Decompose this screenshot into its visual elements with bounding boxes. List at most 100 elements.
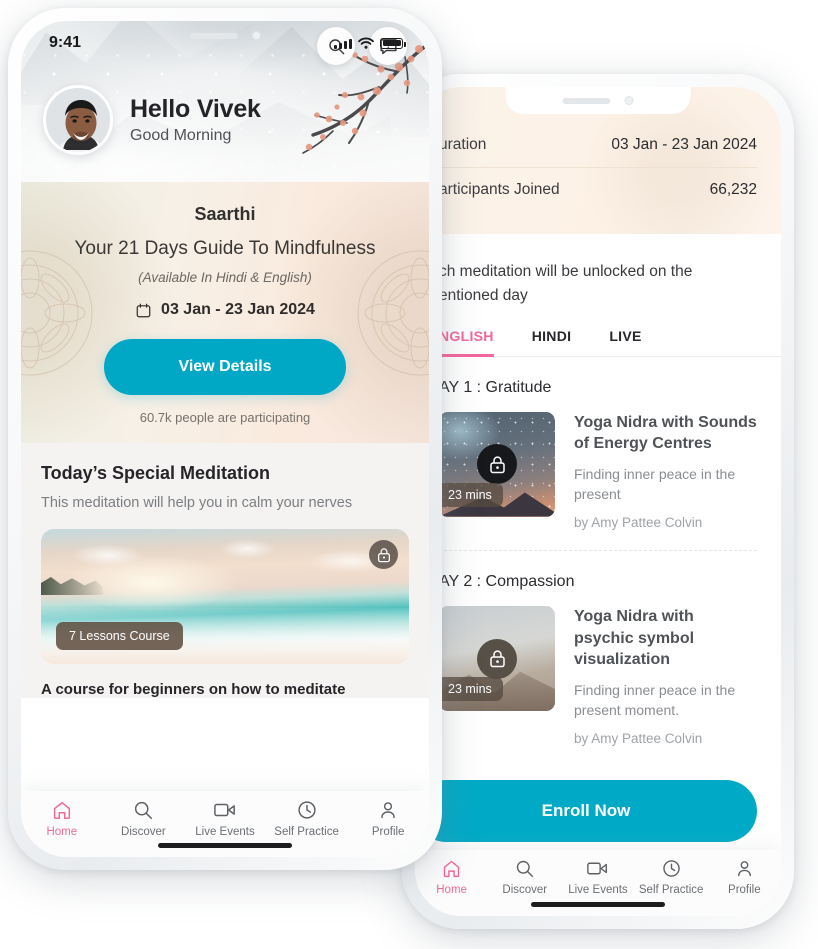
card-availability: (Available In Hindi & English) — [138, 270, 312, 285]
front-phone-mockup: 9:41 Hello Vivek Good Morning Saarthi Yo… — [8, 8, 442, 870]
sidebar-item-home[interactable]: Home — [415, 858, 488, 896]
language-tabs: NGLISH HINDI LIVE — [415, 308, 781, 358]
back-phone-mockup: uration 03 Jan - 23 Jan 2024 articipants… — [402, 74, 794, 929]
home-indicator — [158, 843, 292, 848]
page-title: Hello Vivek — [130, 95, 261, 123]
sidebar-item-label: Profile — [728, 884, 761, 896]
meditation-description: Finding inner peace in the present momen… — [574, 682, 736, 718]
meditation-author: by Amy Pattee Colvin — [574, 731, 703, 747]
sidebar-item-label: Home — [46, 826, 78, 838]
greeting-block: Hello Vivek Good Morning — [43, 85, 261, 155]
avatar-photo — [46, 88, 110, 152]
battery-icon — [380, 37, 406, 49]
home-icon — [53, 801, 70, 819]
meditation-author: by Amy Pattee Colvin — [574, 515, 703, 531]
lessons-badge: 7 Lessons Course — [56, 622, 183, 650]
calendar-icon — [136, 303, 151, 317]
lock-icon[interactable] — [369, 540, 398, 569]
info-row-value: 66,232 — [709, 181, 757, 198]
tab-live[interactable]: LIVE — [609, 328, 641, 357]
back-phone-screen: uration 03 Jan - 23 Jan 2024 articipants… — [415, 87, 781, 916]
search-icon — [135, 801, 153, 819]
signal-bars-icon — [334, 38, 352, 49]
sidebar-item-discover[interactable]: Discover — [103, 799, 185, 838]
sidebar-item-live-events[interactable]: Live Events — [184, 799, 266, 838]
special-meditation-section: Today’s Special Meditation This meditati… — [21, 443, 429, 698]
status-time: 9:41 — [49, 34, 82, 51]
sidebar-item-profile[interactable]: Profile — [347, 799, 429, 838]
day-section: AY 2 : Compassion 23 mins Yoga Nidra wit… — [415, 551, 781, 746]
duration-badge: 23 mins — [439, 482, 503, 507]
home-indicator — [531, 902, 665, 907]
speaker-grille-icon — [562, 97, 611, 104]
sidebar-item-label: Self Practice — [274, 826, 339, 838]
video-camera-icon — [214, 803, 235, 817]
day-heading: AY 1 : Gratitude — [439, 378, 552, 396]
search-icon — [517, 860, 534, 878]
back-phone-notch — [505, 87, 691, 114]
sidebar-item-label: Discover — [502, 884, 548, 896]
section-subtitle: This meditation will help you in calm yo… — [41, 495, 353, 511]
front-phone-body: 9:41 Hello Vivek Good Morning Saarthi Yo… — [21, 21, 429, 857]
course-caption: A course for beginners on how to meditat… — [41, 681, 346, 698]
sidebar-item-profile[interactable]: Profile — [708, 858, 781, 896]
meditation-list-item[interactable]: 23 mins Yoga Nidra with psychic symbol v… — [439, 606, 757, 746]
sidebar-item-label: Live Events — [568, 884, 628, 896]
cloud-texture — [41, 537, 409, 583]
card-title: Saarthi — [194, 204, 256, 224]
avatar[interactable] — [43, 85, 113, 155]
sidebar-item-live-events[interactable]: Live Events — [561, 858, 634, 896]
meditation-thumbnail: 23 mins — [439, 606, 555, 712]
info-row-label: uration — [439, 136, 487, 153]
sidebar-item-home[interactable]: Home — [21, 799, 103, 838]
enroll-now-button[interactable]: Enroll Now — [415, 780, 757, 842]
meditation-text: Yoga Nidra with psychic symbol visualiza… — [574, 606, 757, 746]
sidebar-item-self-practice[interactable]: Self Practice — [635, 858, 708, 896]
person-icon — [737, 861, 751, 877]
participants-text: 60.7k people are participating — [139, 410, 311, 425]
day-heading: AY 2 : Compassion — [439, 573, 575, 591]
front-camera-icon — [624, 96, 634, 105]
video-camera-icon — [587, 862, 608, 875]
card-headline: Your 21 Days Guide To Mindfulness — [74, 238, 376, 259]
tab-english[interactable]: NGLISH — [439, 328, 494, 358]
sidebar-item-label: Live Events — [195, 826, 255, 838]
sidebar-item-self-practice[interactable]: Self Practice — [266, 799, 348, 838]
front-phone-notch — [125, 21, 325, 50]
sidebar-item-label: Profile — [371, 826, 405, 838]
clock-icon — [662, 860, 680, 877]
meditation-list-item[interactable]: 23 mins Yoga Nidra with Sounds of Energy… — [439, 411, 757, 531]
info-row-label: articipants Joined — [439, 181, 560, 198]
info-row-duration: uration 03 Jan - 23 Jan 2024 — [439, 123, 757, 167]
back-phone-body: uration 03 Jan - 23 Jan 2024 articipants… — [415, 87, 781, 916]
course-thumbnail[interactable]: 7 Lessons Course — [41, 529, 409, 664]
meditation-text: Yoga Nidra with Sounds of Energy Centres… — [574, 412, 757, 531]
front-phone-screen: 9:41 Hello Vivek Good Morning Saarthi Yo… — [21, 21, 429, 857]
duration-badge: 23 mins — [439, 677, 503, 702]
person-icon — [381, 802, 395, 819]
speaker-grille-icon — [189, 32, 238, 39]
sidebar-item-discover[interactable]: Discover — [488, 858, 561, 896]
info-row-participants: articipants Joined 66,232 — [439, 167, 757, 212]
lock-icon[interactable] — [477, 638, 517, 679]
status-icons — [334, 37, 406, 49]
card-date-range: 03 Jan - 23 Jan 2024 — [41, 301, 409, 319]
home-icon — [443, 860, 460, 878]
clock-icon — [297, 801, 316, 819]
sidebar-item-label: Self Practice — [638, 884, 704, 896]
unlock-note: ch meditation will be unlocked on the en… — [439, 263, 693, 305]
sidebar-item-label: Home — [436, 884, 467, 896]
meditation-title: Yoga Nidra with Sounds of Energy Centres — [574, 413, 757, 452]
meditation-title: Yoga Nidra with psychic symbol visualiza… — [574, 608, 695, 668]
meditation-thumbnail: 23 mins — [439, 411, 555, 517]
view-details-button[interactable]: View Details — [104, 339, 346, 395]
lock-icon[interactable] — [477, 444, 517, 485]
tab-hindi[interactable]: HINDI — [532, 328, 572, 357]
saarthi-promo-card: Saarthi Your 21 Days Guide To Mindfulnes… — [21, 182, 429, 443]
front-camera-icon — [251, 31, 261, 40]
back-course-detail-page: uration 03 Jan - 23 Jan 2024 articipants… — [415, 87, 781, 916]
meditation-description: Finding inner peace in the present — [574, 466, 736, 502]
date-range-text: 03 Jan - 23 Jan 2024 — [161, 301, 315, 318]
screenshot-stage: uration 03 Jan - 23 Jan 2024 articipants… — [0, 0, 818, 949]
day-section: AY 1 : Gratitude 23 mins Yoga Nidra with… — [415, 357, 781, 531]
